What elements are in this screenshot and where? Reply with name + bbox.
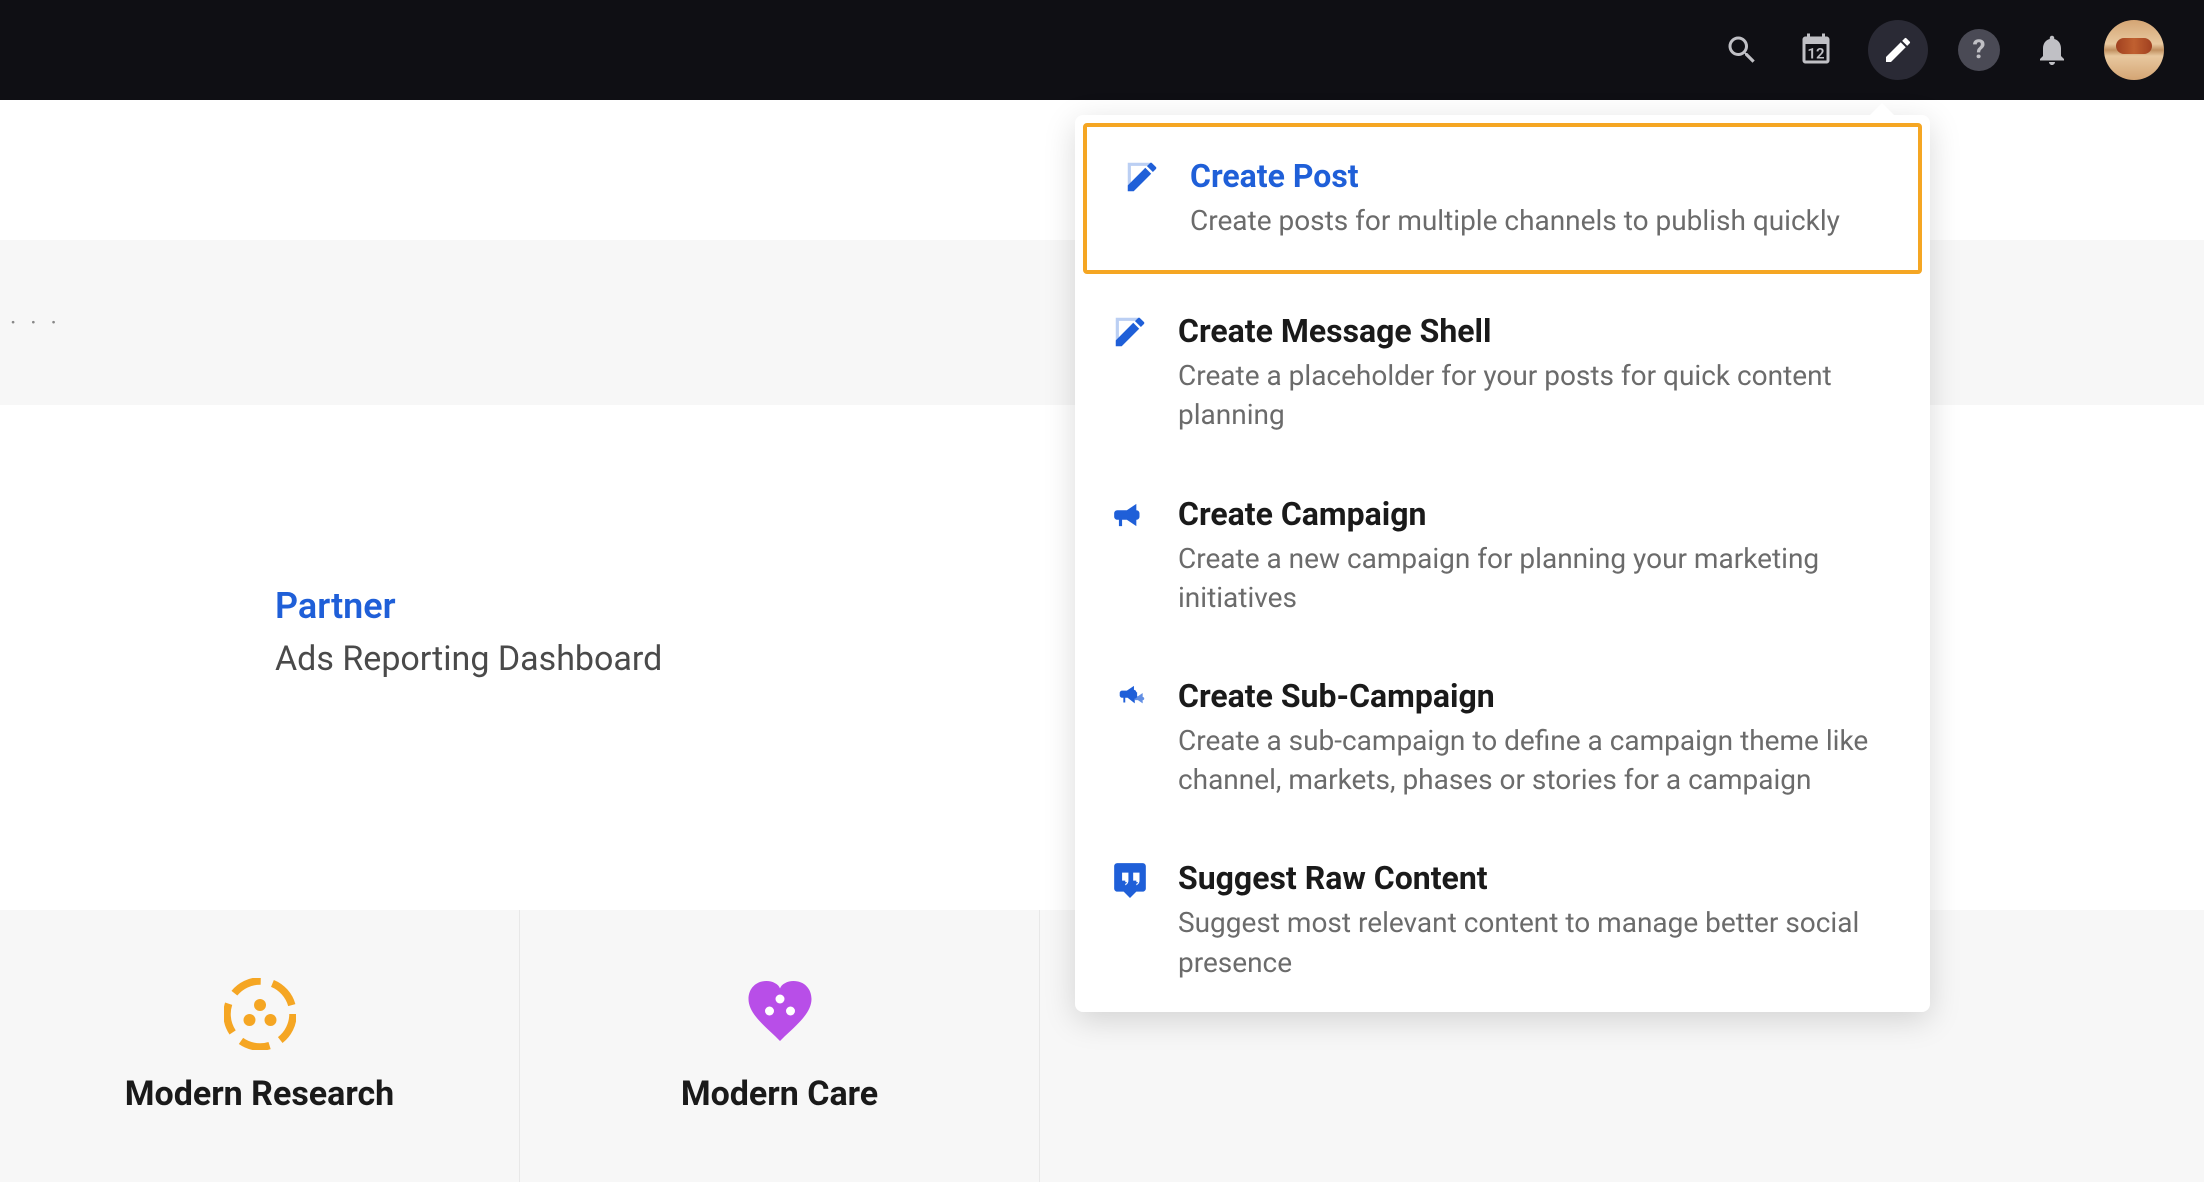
compose-dropdown: Create Post Create posts for multiple ch… [1075, 115, 1930, 1012]
menu-title: Create Message Shell [1178, 312, 1895, 350]
top-navigation: 12 ? [0, 0, 2204, 100]
menu-item-suggest-raw-content[interactable]: Suggest Raw Content Suggest most relevan… [1075, 829, 1930, 1011]
product-name: Modern Care [681, 1074, 878, 1114]
menu-description: Create posts for multiple channels to pu… [1190, 201, 1840, 240]
calendar-icon[interactable]: 12 [1794, 28, 1838, 72]
menu-text: Create Campaign Create a new campaign fo… [1178, 495, 1895, 617]
compose-button[interactable] [1868, 20, 1928, 80]
search-icon[interactable] [1720, 28, 1764, 72]
menu-item-create-post[interactable]: Create Post Create posts for multiple ch… [1083, 123, 1922, 274]
menu-item-create-campaign[interactable]: Create Campaign Create a new campaign fo… [1075, 465, 1930, 647]
quote-icon [1110, 859, 1150, 899]
megaphone-double-icon [1110, 677, 1150, 717]
care-icon [744, 978, 816, 1050]
megaphone-icon [1110, 495, 1150, 535]
compose-icon [1110, 312, 1150, 352]
research-icon [224, 978, 296, 1050]
help-icon[interactable]: ? [1958, 29, 2000, 71]
menu-item-create-message-shell[interactable]: Create Message Shell Create a placeholde… [1075, 282, 1930, 464]
menu-title: Create Campaign [1178, 495, 1895, 533]
partner-column[interactable]: Partner Ads Reporting Dashboard [275, 585, 662, 679]
product-name: Modern Research [125, 1074, 394, 1114]
menu-title: Suggest Raw Content [1178, 859, 1895, 897]
menu-text: Suggest Raw Content Suggest most relevan… [1178, 859, 1895, 981]
menu-description: Create a new campaign for planning your … [1178, 539, 1895, 617]
menu-description: Create a sub-campaign to define a campai… [1178, 721, 1895, 799]
menu-description: Create a placeholder for your posts for … [1178, 356, 1895, 434]
notifications-icon[interactable] [2030, 28, 2074, 72]
compose-icon [1122, 157, 1162, 197]
menu-title: Create Sub-Campaign [1178, 677, 1895, 715]
product-card-care[interactable]: Modern Care [520, 910, 1040, 1182]
menu-text: Create Sub-Campaign Create a sub-campaig… [1178, 677, 1895, 799]
menu-text: Create Message Shell Create a placeholde… [1178, 312, 1895, 434]
menu-text: Create Post Create posts for multiple ch… [1190, 157, 1840, 240]
menu-item-create-sub-campaign[interactable]: Create Sub-Campaign Create a sub-campaig… [1075, 647, 1930, 829]
calendar-date: 12 [1807, 45, 1824, 63]
product-card-research[interactable]: Modern Research [0, 910, 520, 1182]
menu-title: Create Post [1190, 157, 1840, 195]
partner-subtitle: Ads Reporting Dashboard [275, 639, 662, 679]
menu-description: Suggest most relevant content to manage … [1178, 903, 1895, 981]
ellipsis-icon: · · · [10, 309, 61, 337]
partner-title: Partner [275, 585, 662, 627]
user-avatar[interactable] [2104, 20, 2164, 80]
